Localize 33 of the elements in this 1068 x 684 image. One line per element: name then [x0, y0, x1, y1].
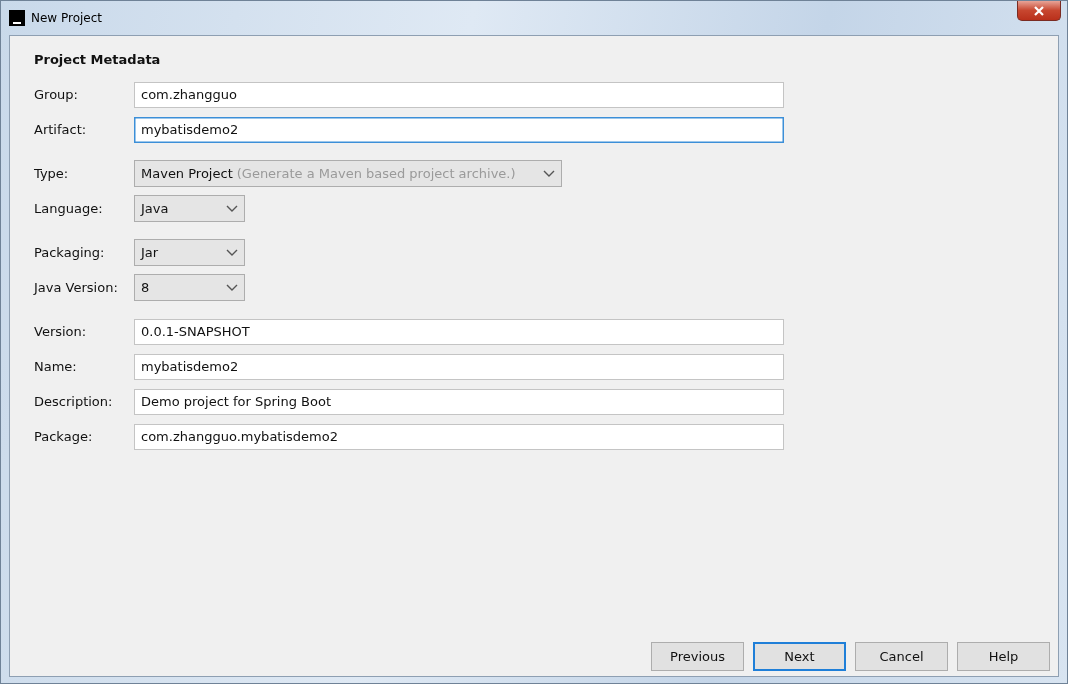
field-label: Packaging: — [34, 245, 106, 260]
dropdown[interactable]: Jar — [134, 239, 245, 266]
field-label: Description: — [34, 394, 114, 409]
chevron-down-icon — [226, 283, 238, 292]
dialog-button[interactable]: Help — [957, 642, 1050, 671]
window-title: New Project — [31, 11, 103, 25]
field-label: Type: — [34, 166, 70, 181]
close-button[interactable] — [1017, 1, 1061, 21]
text-field[interactable]: com.zhangguo — [134, 81, 784, 108]
field-label: Name: — [34, 359, 78, 374]
section-heading: Project Metadata — [34, 52, 162, 67]
field-label: Artifact: — [34, 122, 88, 137]
field-label: Language: — [34, 201, 104, 216]
field-label: Java Version: — [34, 280, 119, 295]
text-field[interactable]: Demo project for Spring Boot — [134, 388, 784, 415]
text-field[interactable]: mybatisdemo2 — [134, 353, 784, 380]
app-icon — [9, 10, 25, 26]
text-field[interactable]: mybatisdemo2 — [134, 116, 784, 143]
dropdown[interactable]: 8 — [134, 274, 245, 301]
field-label: Group: — [34, 87, 79, 102]
dropdown[interactable]: Java — [134, 195, 245, 222]
dialog-button[interactable]: Next — [753, 642, 846, 671]
field-label: Package: — [34, 429, 94, 444]
dropdown[interactable]: Maven Project (Generate a Maven based project archive.) — [134, 160, 562, 187]
dialog-button[interactable]: Previous — [651, 642, 744, 671]
dialog-button[interactable]: Cancel — [855, 642, 948, 671]
chevron-down-icon — [226, 204, 238, 213]
chevron-down-icon — [543, 169, 555, 178]
text-field[interactable]: com.zhangguo.mybatisdemo2 — [134, 423, 784, 450]
chevron-down-icon — [226, 248, 238, 257]
field-label: Version: — [34, 324, 88, 339]
close-icon — [1033, 5, 1045, 16]
text-field[interactable]: 0.0.1-SNAPSHOT — [134, 318, 784, 345]
